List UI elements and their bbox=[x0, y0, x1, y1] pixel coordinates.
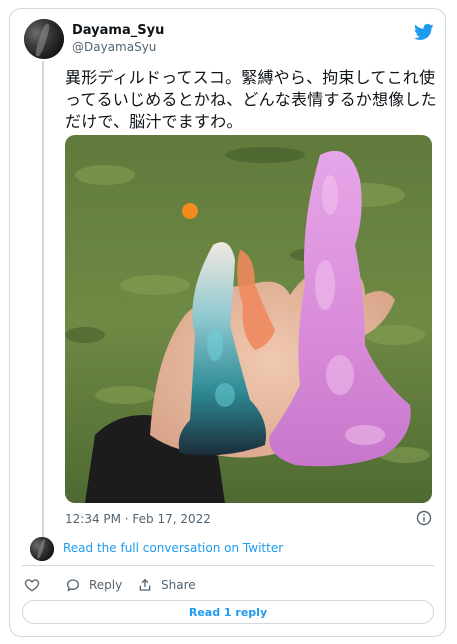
conversation-avatar bbox=[30, 537, 54, 561]
thread-line bbox=[42, 61, 44, 541]
author-avatar[interactable] bbox=[24, 19, 64, 59]
share-icon bbox=[139, 578, 151, 591]
share-button[interactable]: Share bbox=[137, 575, 196, 595]
reply-label: Reply bbox=[89, 578, 123, 592]
read-replies-button[interactable]: Read 1 reply bbox=[22, 600, 434, 624]
tweet-timestamp[interactable]: 12:34 PM · Feb 17, 2022 bbox=[65, 512, 211, 526]
tweet-text: 異形ディルドってスコ。緊縛やら、拘束してこれ使ってるいじめるとかね、どんな表情す… bbox=[65, 68, 437, 131]
author-name[interactable]: Dayama_Syu bbox=[72, 23, 164, 38]
share-label: Share bbox=[161, 578, 196, 592]
like-button[interactable] bbox=[24, 575, 40, 595]
info-icon[interactable] bbox=[416, 510, 432, 526]
twitter-bird-icon[interactable] bbox=[414, 22, 434, 42]
read-full-conversation-link[interactable]: Read the full conversation on Twitter bbox=[63, 541, 283, 555]
reply-button[interactable]: Reply bbox=[65, 575, 122, 595]
tweet-photo[interactable] bbox=[65, 135, 432, 503]
author-handle[interactable]: @DayamaSyu bbox=[72, 40, 156, 54]
heart-icon bbox=[24, 579, 40, 592]
reply-bubble-icon bbox=[66, 579, 80, 592]
tweet-card: Dayama_Syu @DayamaSyu 異形ディルドってスコ。緊縛やら、拘束… bbox=[9, 8, 446, 637]
divider bbox=[22, 565, 434, 566]
